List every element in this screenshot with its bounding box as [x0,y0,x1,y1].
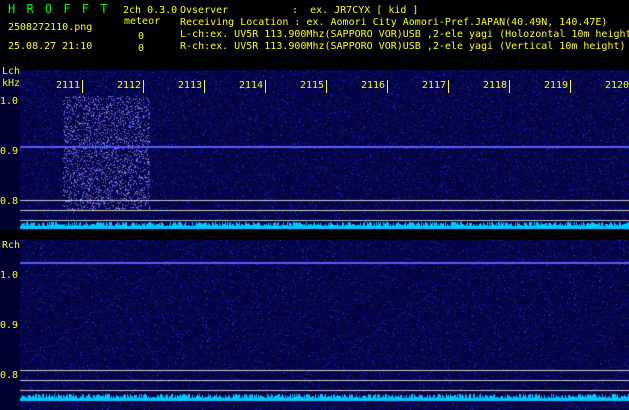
lch-label: Lch [2,66,21,77]
filename-label: 2508272110.png [8,22,93,33]
lch-unit: kHz [2,78,21,89]
time-marker-label: 2111 [56,80,81,91]
time-marker-tick [570,80,571,93]
time-marker-label: 2115 [300,80,325,91]
time-marker-tick [82,80,83,93]
time-marker-tick [326,80,327,93]
rch-tick-0-9: 0.9 [0,320,19,331]
observer-label: Ovserver [180,5,229,16]
time-marker-label: 2119 [544,80,569,91]
time-marker-tick [204,80,205,93]
time-marker-label: 2118 [483,80,508,91]
time-marker-label: 2117 [422,80,447,91]
count-1: 0 [138,31,145,42]
time-marker-tick [143,80,144,93]
lch-spectrogram [0,70,629,230]
rch-label: Rch [2,240,21,251]
time-marker-tick [448,80,449,93]
time-marker-label: 2113 [178,80,203,91]
observer-value: : ex. JR7CYX [ kid ] [292,5,419,16]
rch-spectrogram [0,240,629,410]
lch-description: L-ch:ex. UV5R 113.900Mhz(SAPPORO VOR)USB… [180,29,629,40]
count-2: 0 [138,43,145,54]
time-marker-label: 2114 [239,80,264,91]
timestamp-label: 25.08.27 21:10 [8,41,93,52]
lch-tick-0-8: 0.8 [0,196,19,207]
mode-label: meteor [124,16,161,27]
rch-description: R-ch:ex. UV5R 113.900Mhz(SAPPORO VOR)USB… [180,41,626,52]
time-marker-tick [387,80,388,93]
app-name: H R O F F T [8,2,110,16]
rch-tick-0-8: 0.8 [0,370,19,381]
lch-tick-0-9: 0.9 [0,146,19,157]
location-line: Receiving Location : ex. Aomori City Aom… [180,17,608,28]
time-marker-label: 2116 [361,80,386,91]
lch-tick-1-0: 1.0 [0,96,19,107]
rch-tick-1-0: 1.0 [0,270,19,281]
time-marker-label: 2112 [117,80,142,91]
time-marker-tick [509,80,510,93]
time-marker-tick [265,80,266,93]
time-marker-label: 2120 [605,80,629,91]
